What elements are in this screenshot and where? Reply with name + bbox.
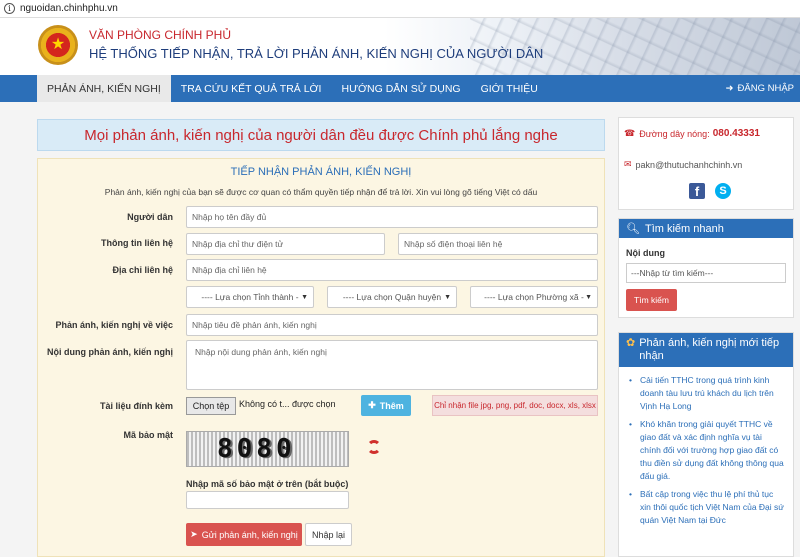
search-panel-header: 🔍︎ Tìm kiếm nhanh xyxy=(619,219,793,238)
national-emblem-icon: ★ xyxy=(38,25,78,65)
phone-input[interactable]: Nhập số điện thoại liên hệ xyxy=(398,233,598,255)
flower-icon: ✿ xyxy=(626,337,636,349)
captcha-label: Mã bảo mật xyxy=(123,430,173,440)
ward-select[interactable]: ---- Lựa chọn Phường xã - ▼ xyxy=(470,286,598,308)
address-input[interactable]: Nhập địa chỉ liên hệ xyxy=(186,259,598,281)
slogan-banner: Mọi phản ánh, kiến nghị của người dân đề… xyxy=(37,119,605,151)
ward-value: ---- Lựa chọn Phường xã - xyxy=(484,292,584,302)
system-title: HỆ THỐNG TIẾP NHẬN, TRẢ LỜI PHẢN ÁNH, KI… xyxy=(89,46,544,61)
phone-icon: ☎ xyxy=(624,128,636,138)
refresh-captcha-icon[interactable] xyxy=(367,440,381,454)
province-select[interactable]: ---- Lựa chọn Tỉnh thành - ▼ xyxy=(186,286,314,308)
send-icon: ➤ xyxy=(190,529,198,539)
search-content-label: Nội dung xyxy=(626,248,665,258)
choose-file-button[interactable]: Chọn tệp xyxy=(186,397,236,415)
nav-item-tra-cuu[interactable]: TRA CỨU KẾT QUẢ TRẢ LỜI xyxy=(171,75,332,102)
header-banner: ★ VĂN PHÒNG CHÍNH PHỦ HỆ THỐNG TIẾP NHẬN… xyxy=(0,18,800,75)
attach-label: Tài liệu đính kèm xyxy=(99,401,173,411)
hotline-label: Đường dây nóng: xyxy=(639,128,710,139)
caret-down-icon: ▼ xyxy=(301,294,308,301)
contact-email[interactable]: pakn@thutuchanhchinh.vn xyxy=(636,160,743,170)
captcha-input[interactable] xyxy=(186,491,349,509)
hotline-number[interactable]: 080.43331 xyxy=(713,128,760,139)
nav-item-phan-anh[interactable]: PHẢN ÁNH, KIẾN NGHỊ xyxy=(37,75,171,102)
email-input[interactable]: Nhập địa chỉ thư điện tử xyxy=(186,233,385,255)
add-file-label: Thêm xyxy=(379,400,404,411)
info-icon[interactable]: i xyxy=(4,3,15,14)
url-text[interactable]: nguoidan.chinhphu.vn xyxy=(20,3,118,14)
subject-label: Phản ánh, kiến nghị về việc xyxy=(55,320,173,330)
file-types-note: Chỉ nhận file jpg, png, pdf, doc, docx, … xyxy=(432,395,598,416)
province-value: ---- Lựa chọn Tỉnh thành - xyxy=(201,292,299,302)
form-note: Phản ánh, kiến nghị của bạn sẽ được cơ q… xyxy=(104,187,538,197)
name-label: Người dân xyxy=(127,212,173,222)
district-select[interactable]: ---- Lựa chọn Quận huyện ▼ xyxy=(327,286,457,308)
form-title: TIẾP NHẬN PHẢN ÁNH, KIẾN NGHỊ xyxy=(230,166,412,178)
search-panel-title: Tìm kiếm nhanh xyxy=(644,222,724,235)
list-item[interactable]: Cải tiến TTHC trong quá trình kinh doanh… xyxy=(629,374,785,413)
captcha-input-label: Nhập mã số bảo mật ở trên (bắt buộc) xyxy=(186,479,349,489)
submit-button[interactable]: ➤ Gửi phản ánh, kiến nghị xyxy=(186,523,302,546)
hotline-panel: ☎ Đường dây nóng: 080.43331 ✉ pakn@thutu… xyxy=(618,117,794,210)
list-item[interactable]: Bất cập trong việc thu lệ phí thủ tục xi… xyxy=(629,488,785,527)
contact-label: Thông tin liên hệ xyxy=(101,238,173,248)
sign-in-icon: ➜ xyxy=(725,83,734,94)
quick-search-panel: 🔍︎ Tìm kiếm nhanh Nội dung ---Nhập từ tì… xyxy=(618,218,794,318)
caret-down-icon: ▼ xyxy=(444,294,451,301)
nav-item-gioi-thieu[interactable]: GIỚI THIỆU xyxy=(471,75,548,102)
subject-input[interactable]: Nhập tiêu đề phản ánh, kiến nghị xyxy=(186,314,598,336)
district-value: ---- Lựa chọn Quận huyện xyxy=(342,292,442,302)
address-label: Địa chỉ liên hệ xyxy=(112,265,173,275)
hotline-row: ☎ Đường dây nóng: 080.43331 xyxy=(624,128,760,139)
reset-button[interactable]: Nhập lại xyxy=(305,523,352,546)
name-input[interactable]: Nhập họ tên đầy đủ xyxy=(186,206,598,228)
login-link[interactable]: ➜ ĐĂNG NHẬP xyxy=(726,75,794,102)
search-icon: 🔍︎ xyxy=(626,223,640,235)
content-textarea[interactable]: Nhập nội dung phản ánh, kiến nghị xyxy=(186,340,598,390)
add-file-button[interactable]: ✚ Thêm xyxy=(361,395,411,416)
facebook-icon[interactable]: f xyxy=(689,183,705,199)
plus-icon: ✚ xyxy=(368,400,376,410)
nav-item-huong-dan[interactable]: HƯỚNG DẪN SỬ DỤNG xyxy=(331,75,470,102)
address-bar[interactable]: i nguoidan.chinhphu.vn xyxy=(0,0,800,18)
captcha-code: 8080 xyxy=(217,434,296,464)
email-row: ✉ pakn@thutuchanhchinh.vn xyxy=(624,159,742,170)
envelope-icon: ✉ xyxy=(624,159,632,169)
skype-icon[interactable]: S xyxy=(715,183,731,199)
list-item[interactable]: Khó khăn trong giải quyết TTHC về giao đ… xyxy=(629,418,785,483)
search-button[interactable]: Tìm kiếm xyxy=(626,289,677,311)
captcha-image: 8080 xyxy=(186,431,349,467)
content-label: Nội dung phản ánh, kiến nghị xyxy=(47,347,173,357)
latest-panel-title: Phản ánh, kiến nghị mới tiếp nhận xyxy=(639,337,780,362)
social-links: f S xyxy=(689,183,731,199)
login-label: ĐĂNG NHẬP xyxy=(737,83,794,94)
latest-feedback-panel: ✿ Phản ánh, kiến nghị mới tiếp nhận Cải … xyxy=(618,332,794,557)
latest-list: Cải tiến TTHC trong quá trình kinh doanh… xyxy=(619,367,793,527)
submit-label: Gửi phản ánh, kiến nghị xyxy=(201,529,298,540)
org-name: VĂN PHÒNG CHÍNH PHỦ xyxy=(89,28,232,42)
main-nav: PHẢN ÁNH, KIẾN NGHỊ TRA CỨU KẾT QUẢ TRẢ … xyxy=(0,75,800,102)
search-input[interactable]: ---Nhập từ tìm kiếm--- xyxy=(626,263,786,283)
latest-panel-header: ✿ Phản ánh, kiến nghị mới tiếp nhận xyxy=(619,333,793,367)
no-file-text: Không có t... được chọn xyxy=(239,399,336,409)
caret-down-icon: ▼ xyxy=(585,294,592,301)
